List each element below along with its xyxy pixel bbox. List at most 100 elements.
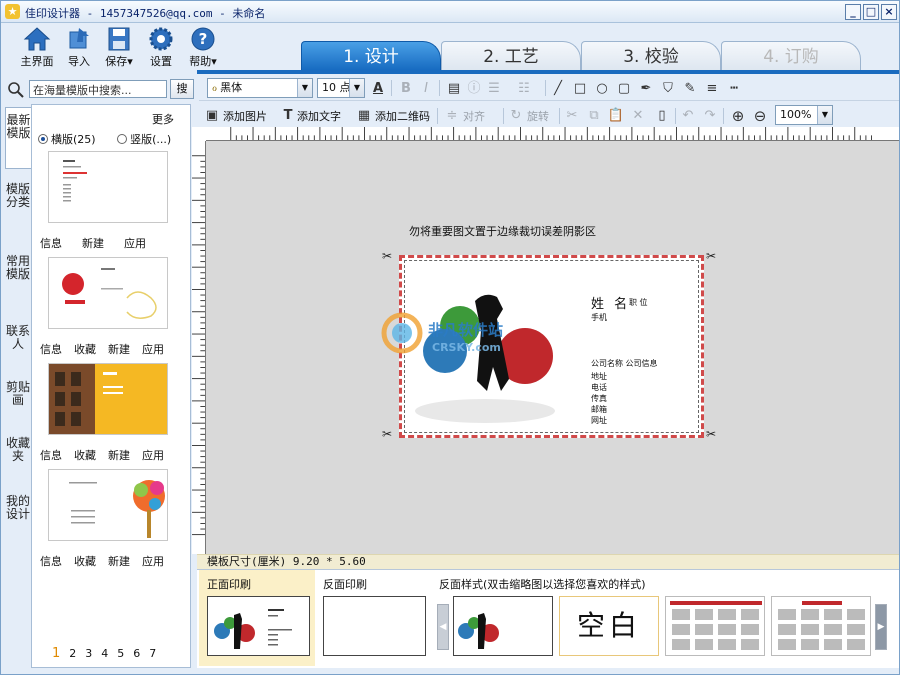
delete-icon[interactable]: ✕ bbox=[629, 107, 647, 125]
rounded-rect-icon[interactable]: ▢ bbox=[615, 80, 633, 98]
settings-button[interactable]: 设置 bbox=[141, 26, 181, 69]
side-tab-common[interactable]: 常用模版 bbox=[5, 255, 31, 315]
zoom-select[interactable]: 100% ▼ bbox=[775, 105, 833, 125]
template-thumbnail[interactable] bbox=[48, 363, 168, 435]
rectangle-icon[interactable]: □ bbox=[571, 80, 589, 98]
page-link[interactable]: 5 bbox=[117, 647, 124, 660]
save-button[interactable]: 保存▾ bbox=[99, 26, 139, 69]
rotate-button[interactable]: 旋转 bbox=[527, 108, 549, 124]
more-link[interactable]: 更多 bbox=[152, 111, 174, 127]
new-link[interactable]: 新建 bbox=[82, 237, 104, 250]
design-canvas[interactable]: 勿将重要图文置于边缘裁切误差阴影区 姓 名 职 位 手机 公司名称 公司信息 地… bbox=[206, 141, 899, 554]
close-button[interactable]: × bbox=[881, 4, 897, 20]
tab-verify[interactable]: 3. 校验 bbox=[581, 41, 721, 71]
apply-link[interactable]: 应用 bbox=[142, 449, 164, 462]
new-link[interactable]: 新建 bbox=[108, 343, 130, 356]
info-icon[interactable]: ⓘ bbox=[465, 80, 483, 98]
line-width-icon[interactable]: ≡ bbox=[703, 80, 721, 98]
zoom-in-icon[interactable]: ⊕ bbox=[729, 107, 747, 125]
tab-craft[interactable]: 2. 工艺 bbox=[441, 41, 581, 71]
add-text-button[interactable]: 添加文字 bbox=[297, 108, 341, 124]
scroll-left-icon[interactable]: ◀ bbox=[437, 604, 449, 650]
page-link[interactable]: 1 bbox=[52, 646, 60, 661]
radio-landscape[interactable]: 横版(25) bbox=[38, 133, 96, 146]
template-preview-4 bbox=[69, 480, 165, 538]
line-color-icon[interactable]: ✎ bbox=[681, 80, 699, 98]
page-icon[interactable]: ▯ bbox=[653, 107, 671, 125]
zoom-out-icon[interactable]: ⊖ bbox=[751, 107, 769, 125]
side-tab-latest[interactable]: 最新模版 bbox=[5, 107, 31, 169]
add-qr-button[interactable]: 添加二维码 bbox=[375, 108, 430, 124]
apply-link[interactable]: 应用 bbox=[142, 555, 164, 568]
template-thumbnail[interactable] bbox=[48, 257, 168, 329]
maximize-button[interactable]: □ bbox=[863, 4, 879, 20]
info-link[interactable]: 信息 bbox=[40, 555, 62, 568]
side-tab-contacts[interactable]: 联系人 bbox=[5, 325, 31, 370]
page-link[interactable]: 4 bbox=[101, 647, 108, 660]
info-link[interactable]: 信息 bbox=[40, 343, 62, 356]
bleed-warning: 勿将重要图文置于边缘裁切误差阴影区 bbox=[409, 225, 596, 238]
front-preview[interactable] bbox=[207, 596, 310, 656]
new-link[interactable]: 新建 bbox=[108, 449, 130, 462]
favorite-link[interactable]: 收藏 bbox=[74, 343, 96, 356]
scroll-right-icon[interactable]: ▶ bbox=[875, 604, 887, 650]
bold-icon[interactable]: B bbox=[397, 80, 415, 98]
apply-link[interactable]: 应用 bbox=[142, 343, 164, 356]
font-size-select[interactable]: 10 点 ▼ bbox=[317, 78, 365, 98]
radio-portrait[interactable]: 竖版(...) bbox=[117, 133, 171, 146]
gear-icon bbox=[149, 27, 173, 51]
italic-icon[interactable]: I bbox=[417, 80, 435, 98]
align-button[interactable]: 对齐 bbox=[463, 108, 485, 124]
bullet-list-icon[interactable]: ☰ bbox=[485, 80, 503, 98]
new-link[interactable]: 新建 bbox=[108, 555, 130, 568]
template-thumbnail[interactable] bbox=[48, 151, 168, 223]
scissors-icon: ✂ bbox=[706, 427, 717, 441]
side-tab-my-designs[interactable]: 我的设计 bbox=[5, 495, 31, 555]
side-tab-category[interactable]: 模版分类 bbox=[5, 183, 31, 243]
home-button[interactable]: 主界面 bbox=[17, 26, 57, 69]
help-button[interactable]: ? 帮助▾ bbox=[183, 26, 223, 69]
font-select[interactable]: ℴ 黑体 ▼ bbox=[207, 78, 313, 98]
undo-icon[interactable]: ↶ bbox=[679, 107, 697, 125]
page-link[interactable]: 7 bbox=[149, 647, 156, 660]
side-tab-clipart[interactable]: 剪贴画 bbox=[5, 381, 31, 426]
tab-order[interactable]: 4. 订购 bbox=[721, 41, 861, 71]
back-print-section[interactable]: 反面印刷 bbox=[315, 570, 431, 666]
copy-icon[interactable]: ⧉ bbox=[585, 107, 603, 125]
fill-color-icon[interactable]: ⛉ bbox=[659, 80, 677, 98]
search-input[interactable]: 在海量模版中搜索... bbox=[29, 80, 167, 98]
add-image-button[interactable]: 添加图片 bbox=[223, 108, 267, 124]
favorite-link[interactable]: 收藏 bbox=[74, 555, 96, 568]
page-link[interactable]: 2 bbox=[69, 647, 76, 660]
ellipse-icon[interactable]: ○ bbox=[593, 80, 611, 98]
favorite-link[interactable]: 收藏 bbox=[74, 449, 96, 462]
calendar-art bbox=[778, 601, 865, 650]
info-link[interactable]: 信息 bbox=[40, 449, 62, 462]
font-color-icon[interactable]: A bbox=[369, 80, 387, 98]
text-box-icon[interactable]: ▤ bbox=[445, 80, 463, 98]
line-icon[interactable]: ╱ bbox=[549, 80, 567, 98]
import-button[interactable]: 导入 bbox=[59, 26, 99, 69]
back-style-calendar[interactable] bbox=[665, 596, 765, 656]
page-link[interactable]: 3 bbox=[85, 647, 92, 660]
line-style-icon[interactable]: ┅ bbox=[725, 80, 743, 98]
search-button[interactable]: 搜 bbox=[170, 79, 194, 99]
numbered-list-icon[interactable]: ☷ bbox=[515, 80, 533, 98]
apply-link[interactable]: 应用 bbox=[124, 237, 146, 250]
paste-icon[interactable]: 📋 bbox=[607, 107, 625, 125]
minimize-button[interactable]: _ bbox=[845, 4, 861, 20]
template-thumbnail[interactable] bbox=[48, 469, 168, 541]
info-link[interactable]: 信息 bbox=[40, 237, 62, 250]
back-style-calendar[interactable] bbox=[771, 596, 871, 656]
back-style-blank[interactable]: 空白 bbox=[559, 596, 659, 656]
cut-icon[interactable]: ✂ bbox=[563, 107, 581, 125]
front-print-section[interactable]: 正面印刷 bbox=[199, 570, 315, 666]
page-link[interactable]: 6 bbox=[133, 647, 140, 660]
side-tab-favorites[interactable]: 收藏夹 bbox=[5, 437, 31, 482]
chevron-down-icon: ▼ bbox=[817, 106, 832, 124]
back-preview[interactable] bbox=[323, 596, 426, 656]
redo-icon[interactable]: ↷ bbox=[701, 107, 719, 125]
pen-icon[interactable]: ✒ bbox=[637, 80, 655, 98]
tab-design[interactable]: 1. 设计 bbox=[301, 41, 441, 71]
back-style-option[interactable] bbox=[453, 596, 553, 656]
